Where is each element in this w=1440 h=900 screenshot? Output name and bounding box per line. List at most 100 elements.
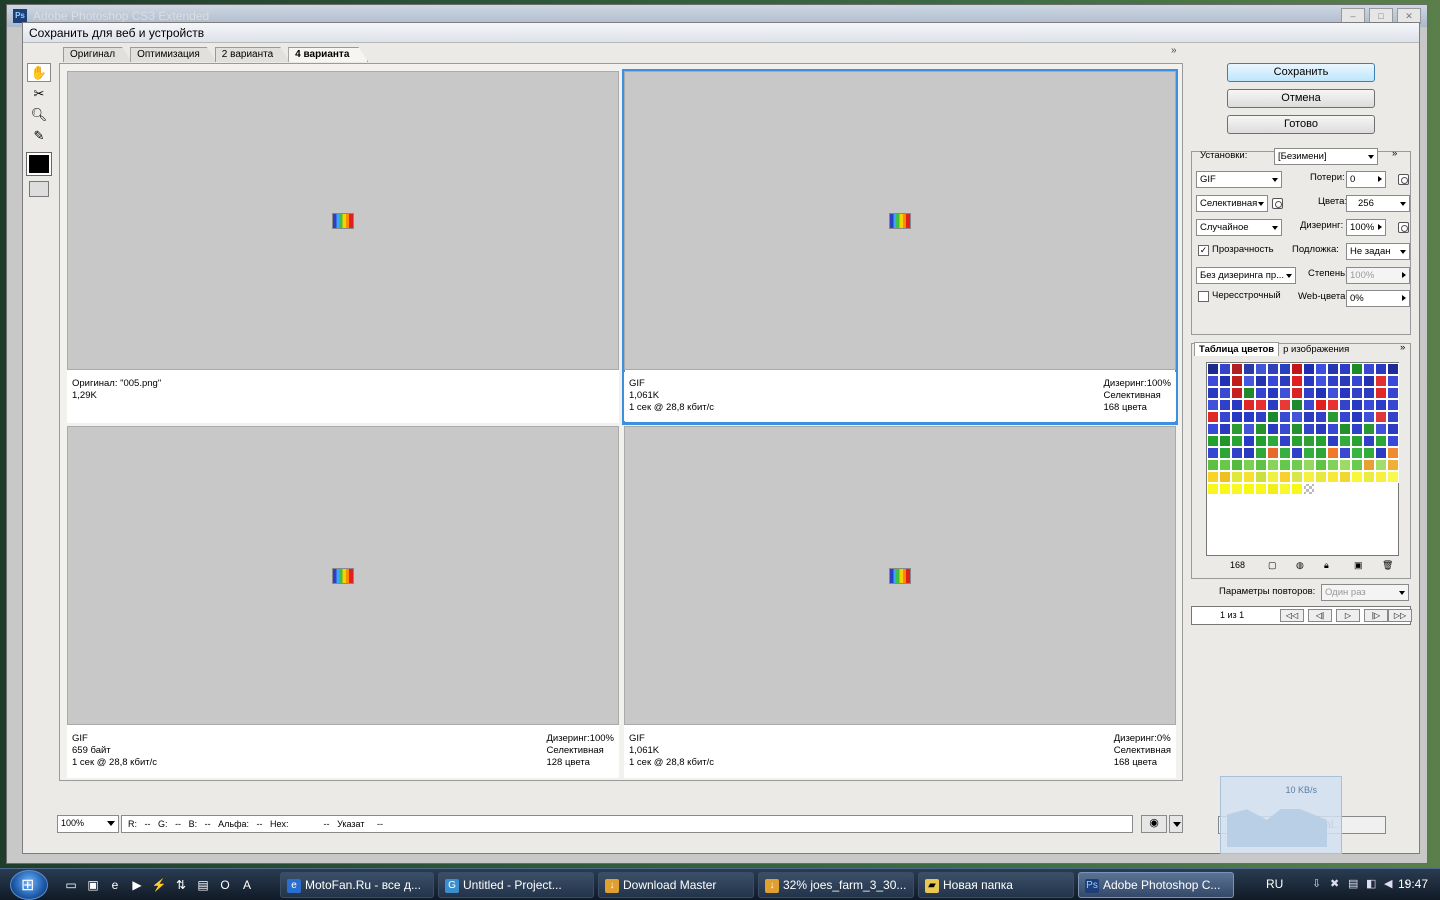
color-swatch[interactable]: [1207, 459, 1219, 471]
color-swatch[interactable]: [1351, 447, 1363, 459]
color-swatch[interactable]: [1315, 459, 1327, 471]
color-swatch[interactable]: [1291, 399, 1303, 411]
color-table-grid[interactable]: [1206, 362, 1399, 556]
color-swatch[interactable]: [1375, 459, 1387, 471]
color-swatch[interactable]: [1267, 471, 1279, 483]
color-swatch[interactable]: [1351, 459, 1363, 471]
colors-select[interactable]: 256: [1346, 195, 1410, 212]
color-swatch[interactable]: [1291, 411, 1303, 423]
color-swatch[interactable]: [1351, 471, 1363, 483]
taskbar-item-photoshop[interactable]: Ps Adobe Photoshop C...: [1078, 872, 1234, 898]
color-swatch[interactable]: [1279, 387, 1291, 399]
color-swatch[interactable]: [1339, 375, 1351, 387]
color-swatch[interactable]: [1267, 459, 1279, 471]
color-swatch[interactable]: [1243, 363, 1255, 375]
slice-select-tool-icon[interactable]: ✂: [27, 84, 51, 103]
color-swatch[interactable]: [1363, 471, 1375, 483]
color-swatch[interactable]: [1327, 387, 1339, 399]
color-swatch[interactable]: [1255, 363, 1267, 375]
internet-explorer-icon[interactable]: e: [106, 877, 124, 893]
color-reduction-select[interactable]: Селективная: [1196, 195, 1268, 212]
clock[interactable]: 19:47: [1398, 877, 1428, 891]
color-swatch[interactable]: [1267, 363, 1279, 375]
color-swatch[interactable]: [1375, 363, 1387, 375]
eyedropper-tool-icon[interactable]: ✎: [27, 126, 51, 145]
color-swatch[interactable]: [1207, 363, 1219, 375]
color-swatch[interactable]: [1207, 435, 1219, 447]
done-button[interactable]: Готово: [1227, 115, 1375, 134]
eyedropper-color-swatch[interactable]: [26, 152, 52, 176]
color-swatch[interactable]: [1327, 471, 1339, 483]
color-swatch[interactable]: [1303, 423, 1315, 435]
preview-pane-original[interactable]: Оригинал: "005.png" 1,29K: [67, 71, 619, 423]
transparent-swatch[interactable]: [1303, 483, 1315, 495]
mask-icon[interactable]: [1398, 174, 1409, 185]
show-desktop-icon[interactable]: ▭: [62, 877, 80, 893]
color-swatch[interactable]: [1243, 375, 1255, 387]
color-swatch[interactable]: [1231, 471, 1243, 483]
acrobat-icon[interactable]: A: [238, 877, 256, 893]
preview-pane-3[interactable]: GIF 659 байт 1 сек @ 28,8 кбит/с Дизеринг:…: [67, 426, 619, 778]
color-swatch[interactable]: [1267, 423, 1279, 435]
color-swatch[interactable]: [1303, 363, 1315, 375]
color-swatch[interactable]: [1243, 435, 1255, 447]
color-swatch[interactable]: [1207, 471, 1219, 483]
quick-launch-icon[interactable]: ⇅: [172, 877, 190, 893]
color-swatch[interactable]: [1327, 375, 1339, 387]
color-swatch[interactable]: [1231, 423, 1243, 435]
color-swatch[interactable]: [1327, 459, 1339, 471]
color-swatch[interactable]: [1315, 423, 1327, 435]
color-swatch[interactable]: [1363, 459, 1375, 471]
color-swatch[interactable]: [1267, 411, 1279, 423]
color-swatch[interactable]: [1375, 375, 1387, 387]
color-swatch[interactable]: [1315, 435, 1327, 447]
color-swatch[interactable]: [1255, 423, 1267, 435]
color-swatch[interactable]: [1291, 423, 1303, 435]
lock-color-icon[interactable]: 🔒︎: [1324, 560, 1329, 571]
color-swatch[interactable]: [1231, 411, 1243, 423]
taskbar-item-download-master[interactable]: ↓ Download Master: [598, 872, 754, 898]
color-swatch[interactable]: [1243, 471, 1255, 483]
transparency-checkbox[interactable]: ✓: [1198, 245, 1209, 256]
color-swatch[interactable]: [1327, 423, 1339, 435]
color-swatch[interactable]: [1315, 411, 1327, 423]
color-swatch[interactable]: [1291, 459, 1303, 471]
color-swatch[interactable]: [1207, 387, 1219, 399]
amount-input[interactable]: 100%: [1346, 267, 1410, 284]
tab-2-up[interactable]: 2 варианта: [215, 47, 290, 62]
color-swatch[interactable]: [1363, 363, 1375, 375]
color-swatch[interactable]: [1255, 447, 1267, 459]
color-swatch[interactable]: [1363, 375, 1375, 387]
color-swatch[interactable]: [1387, 423, 1399, 435]
preset-select[interactable]: [Безимени]: [1274, 148, 1378, 165]
color-swatch[interactable]: [1291, 387, 1303, 399]
color-swatch[interactable]: [1255, 435, 1267, 447]
color-swatch[interactable]: [1327, 363, 1339, 375]
color-swatch[interactable]: [1207, 399, 1219, 411]
color-swatch[interactable]: [1207, 483, 1219, 495]
preview-canvas[interactable]: [67, 71, 619, 370]
web-snap-input[interactable]: 0%: [1346, 290, 1410, 307]
color-swatch[interactable]: [1351, 423, 1363, 435]
color-swatch[interactable]: [1255, 483, 1267, 495]
color-swatch[interactable]: [1279, 471, 1291, 483]
color-swatch[interactable]: [1243, 387, 1255, 399]
looping-select[interactable]: Один раз: [1321, 584, 1409, 601]
color-swatch[interactable]: [1267, 375, 1279, 387]
format-select[interactable]: GIF: [1196, 171, 1282, 188]
color-swatch[interactable]: [1231, 363, 1243, 375]
dither-algorithm-select[interactable]: Случайное: [1196, 219, 1282, 236]
color-swatch[interactable]: [1207, 423, 1219, 435]
tab-color-table[interactable]: Таблица цветов: [1194, 342, 1280, 356]
taskbar-item-folder[interactable]: ▰ Новая папка: [918, 872, 1074, 898]
color-swatch[interactable]: [1243, 459, 1255, 471]
color-swatch[interactable]: [1303, 387, 1315, 399]
color-swatch[interactable]: [1315, 387, 1327, 399]
color-swatch[interactable]: [1231, 387, 1243, 399]
new-color-icon[interactable]: ▣: [1354, 560, 1363, 571]
color-swatch[interactable]: [1387, 399, 1399, 411]
color-swatch[interactable]: [1279, 483, 1291, 495]
color-swatch[interactable]: [1363, 423, 1375, 435]
color-swatch[interactable]: [1279, 399, 1291, 411]
matte-select[interactable]: Не задан: [1346, 243, 1410, 260]
